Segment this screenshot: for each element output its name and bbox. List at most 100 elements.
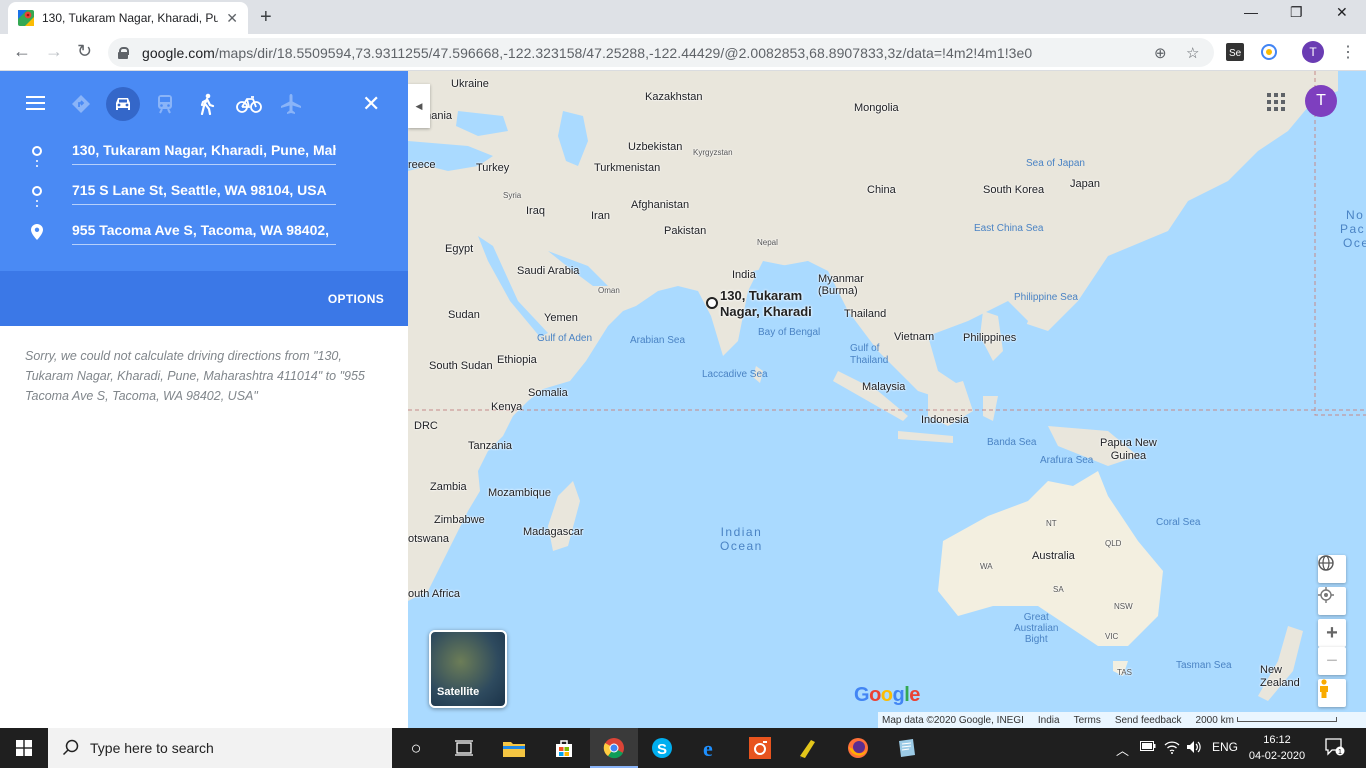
action-center-notification-icon[interactable]: 1 <box>1325 738 1345 759</box>
volume-icon[interactable] <box>1186 740 1202 757</box>
lock-icon <box>118 46 129 59</box>
browser-tab[interactable]: 130, Tukaram Nagar, Kharadi, Pu ✕ <box>8 2 248 34</box>
flight-mode-button[interactable] <box>274 87 308 121</box>
bookmark-star-icon[interactable]: ☆ <box>1186 44 1199 62</box>
svg-text:Se: Se <box>1229 48 1242 59</box>
map-label: New Zealand <box>1260 664 1300 689</box>
map-label: Ethiopia <box>497 354 537 366</box>
globe-view-button[interactable] <box>1318 555 1346 583</box>
map-label: Kenya <box>491 401 523 413</box>
close-directions-button[interactable]: ✕ <box>362 91 380 117</box>
cycling-mode-button[interactable] <box>232 87 266 121</box>
map-label: Arabian Sea <box>630 335 686 346</box>
browser-toolbar: ← → ↻ google.com/maps/dir/18.5509594,73.… <box>0 34 1366 71</box>
country-link[interactable]: India <box>1038 715 1060 726</box>
map-label: Gulf of Aden <box>537 333 593 344</box>
origin-marker[interactable] <box>706 297 718 309</box>
car-icon <box>116 98 130 110</box>
input-language-indicator[interactable]: ENG <box>1212 740 1238 754</box>
directions-error-message: Sorry, we could not calculate driving di… <box>25 349 365 403</box>
map-label: WA <box>980 562 993 571</box>
map-canvas[interactable]: Ukraine Kazakhstan Mongolia Romania Uzbe… <box>408 71 1366 728</box>
walking-mode-button[interactable] <box>190 87 224 121</box>
address-bar[interactable]: google.com/maps/dir/18.5509594,73.931125… <box>108 38 1214 67</box>
terms-link[interactable]: Terms <box>1074 715 1101 726</box>
tab-close-icon[interactable]: ✕ <box>226 10 238 27</box>
map-label: Tanzania <box>468 440 513 452</box>
options-button[interactable]: OPTIONS <box>328 292 384 306</box>
chrome-icon[interactable] <box>602 736 626 760</box>
map-label: NT <box>1046 519 1057 528</box>
waypoint-input[interactable]: 715 S Lane St, Seattle, WA 98104, USA <box>72 179 336 205</box>
scale-bar[interactable]: 2000 km <box>1196 715 1337 726</box>
back-button[interactable]: ← <box>13 41 31 62</box>
zoom-out-button[interactable]: − <box>1318 647 1346 675</box>
svg-text:1: 1 <box>1338 749 1342 756</box>
microsoft-store-icon[interactable] <box>552 736 576 760</box>
more-menu-icon[interactable]: ⋮ <box>1340 42 1356 62</box>
windows-taskbar: Type here to search ○ S e ︿ ENG 16:12 04… <box>0 728 1366 768</box>
task-view-icon[interactable] <box>452 736 476 760</box>
taskbar-clock[interactable]: 16:12 04-02-2020 <box>1246 732 1308 764</box>
destination-input[interactable]: 955 Tacoma Ave S, Tacoma, WA 98402, <box>72 219 336 245</box>
svg-text:e: e <box>703 737 713 759</box>
madagascar <box>548 481 580 551</box>
show-hidden-icons-chevron-icon[interactable]: ︿ <box>1116 740 1129 759</box>
map-label: Mozambique <box>488 487 551 499</box>
map-label: Sudan <box>448 309 480 321</box>
map-landmass <box>408 71 1366 701</box>
best-route-mode-button[interactable] <box>64 87 98 121</box>
minimize-button[interactable]: — <box>1244 4 1258 20</box>
send-feedback-link[interactable]: Send feedback <box>1115 715 1182 726</box>
zoom-in-button[interactable]: + <box>1318 619 1346 647</box>
map-label: Great Australian Bight <box>1014 612 1059 645</box>
camera-app-icon[interactable] <box>748 736 772 760</box>
map-label: Somalia <box>528 387 568 399</box>
forward-button[interactable]: → <box>45 41 63 62</box>
street-view-pegman[interactable] <box>1318 679 1346 707</box>
pencil-app-icon[interactable] <box>796 736 820 760</box>
new-tab-button[interactable]: + <box>260 6 272 29</box>
edge-icon[interactable]: e <box>700 736 724 760</box>
directions-diamond-icon <box>72 95 90 113</box>
map-label: Oce <box>1343 236 1366 250</box>
map-label: Kyrgyzstan <box>693 148 733 157</box>
options-bar: OPTIONS <box>0 271 408 326</box>
extension-icon[interactable] <box>1260 43 1278 61</box>
battery-icon[interactable] <box>1140 740 1156 754</box>
map-label: Zambia <box>430 481 467 493</box>
origin-input[interactable]: 130, Tukaram Nagar, Kharadi, Pune, Mah <box>72 139 336 165</box>
profile-avatar[interactable]: T <box>1302 41 1324 63</box>
taskbar-search-box[interactable]: Type here to search <box>48 728 392 768</box>
map-label: Turkey <box>476 162 510 174</box>
menu-icon[interactable] <box>26 96 45 110</box>
restore-button[interactable]: ❐ <box>1290 4 1303 21</box>
windows-start-icon[interactable] <box>16 740 32 756</box>
walking-icon <box>200 93 215 115</box>
google-apps-icon[interactable] <box>1267 93 1285 111</box>
close-window-button[interactable]: ✕ <box>1336 4 1348 21</box>
account-avatar[interactable]: T <box>1305 85 1337 117</box>
sumatra <box>833 371 908 421</box>
reload-button[interactable]: ↻ <box>77 41 92 62</box>
notes-app-icon[interactable] <box>894 736 918 760</box>
map-label: Yemen <box>544 312 578 324</box>
map-label: Nepal <box>757 238 778 247</box>
skype-icon[interactable]: S <box>650 736 674 760</box>
transit-mode-button[interactable] <box>148 87 182 121</box>
satellite-layer-toggle[interactable]: Satellite <box>429 630 507 708</box>
wifi-icon[interactable] <box>1164 740 1180 757</box>
install-icon[interactable]: ⊕ <box>1154 44 1167 62</box>
bicycle-icon <box>236 96 262 113</box>
map-label: Ukraine <box>451 78 489 90</box>
cortana-icon[interactable]: ○ <box>404 736 428 760</box>
driving-mode-button[interactable] <box>106 87 140 121</box>
map-label: SA <box>1053 585 1064 594</box>
satellite-label: Satellite <box>437 686 480 698</box>
file-explorer-icon[interactable] <box>502 736 526 760</box>
my-location-button[interactable] <box>1318 587 1346 615</box>
collapse-panel-button[interactable]: ◀ <box>408 84 430 128</box>
firefox-icon[interactable] <box>846 736 870 760</box>
directions-header: ✕ 130, Tukaram Nagar, Kharadi, Pune, Mah… <box>0 71 408 271</box>
selenium-extension-icon[interactable]: Se <box>1226 43 1244 61</box>
